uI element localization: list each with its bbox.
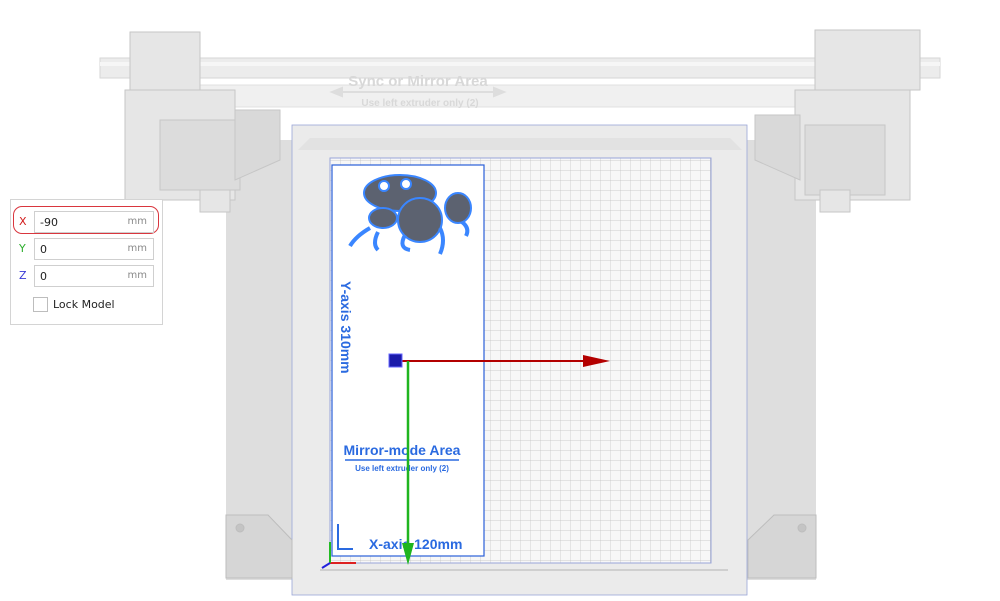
x-axis-letter: X <box>19 215 27 228</box>
x-position-input[interactable]: -90 mm <box>34 211 154 233</box>
x-value: -90 <box>40 216 58 229</box>
y-row: Y 0 mm <box>19 238 155 260</box>
lock-model-checkbox[interactable] <box>33 297 48 312</box>
y-unit: mm <box>127 243 147 254</box>
mirror-mode-area-title: Mirror-mode Area <box>344 442 461 458</box>
z-unit: mm <box>127 270 147 281</box>
lock-model-label[interactable]: Lock Model <box>53 298 115 311</box>
mirror-mode-area-subtitle: Use left extruder only (2) <box>355 464 449 473</box>
y-axis-letter: Y <box>19 242 26 255</box>
mirror-area-banner-subtitle: Use left extruder only (2) <box>361 98 478 109</box>
move-tool-panel: X -90 mm Y 0 mm Z 0 mm Lock Model <box>10 199 163 325</box>
mirror-area-banner-title: Sync or Mirror Area <box>348 73 488 90</box>
z-row: Z 0 mm <box>19 265 155 287</box>
y-axis-label: Y-axis 310mm <box>338 281 354 374</box>
x-unit: mm <box>127 216 147 227</box>
x-row: X -90 mm <box>19 211 155 233</box>
gizmo-center-handle[interactable] <box>388 353 403 368</box>
z-axis-letter: Z <box>19 269 27 282</box>
z-position-input[interactable]: 0 mm <box>34 265 154 287</box>
x-axis-label: X-axis 120mm <box>369 536 462 552</box>
z-value: 0 <box>40 270 47 283</box>
y-position-input[interactable]: 0 mm <box>34 238 154 260</box>
y-value: 0 <box>40 243 47 256</box>
